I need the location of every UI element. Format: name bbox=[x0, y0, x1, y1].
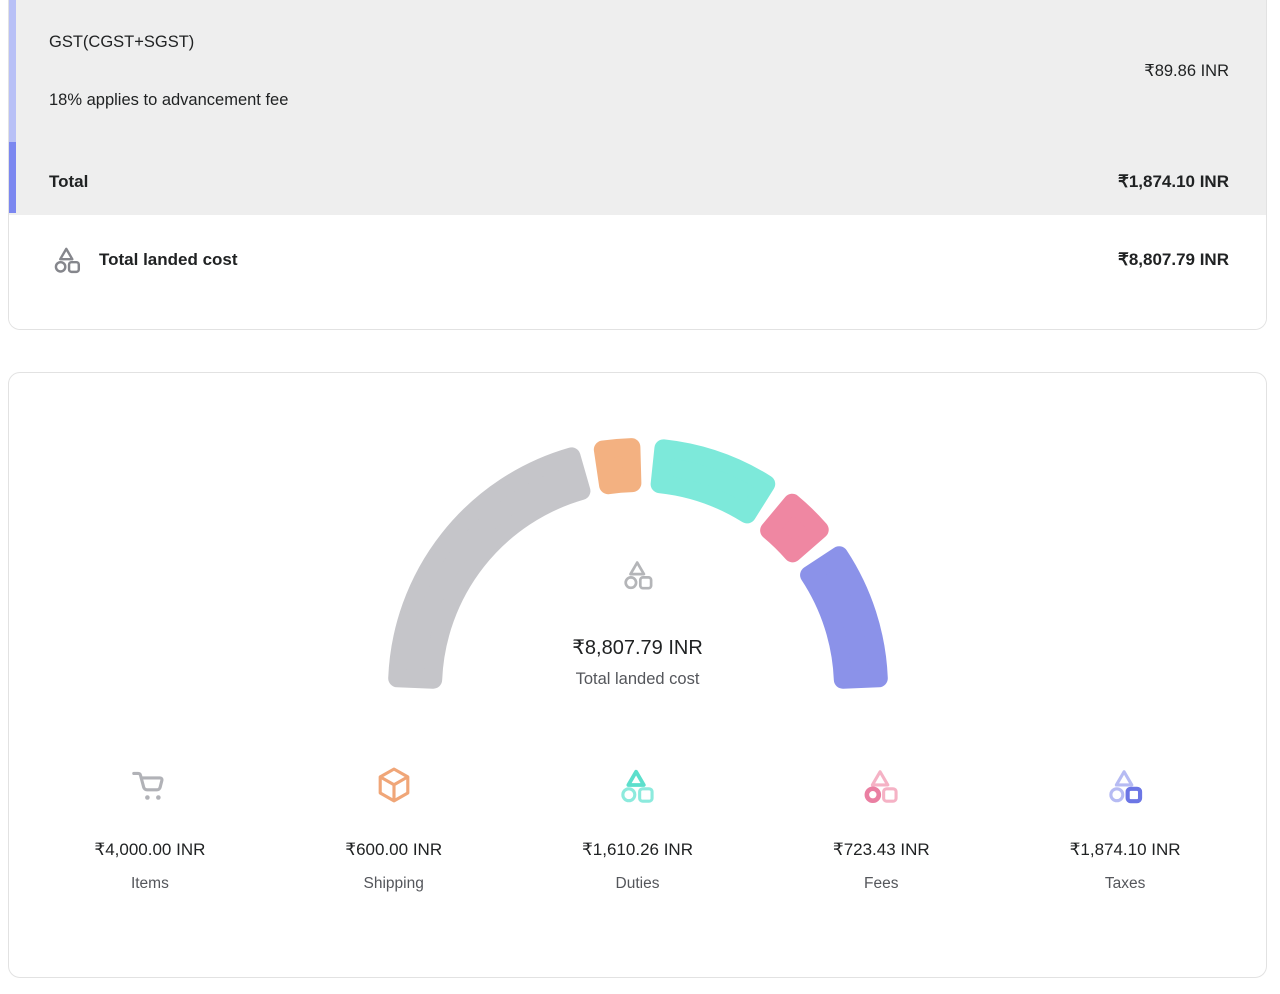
legend-label: Taxes bbox=[1105, 873, 1146, 895]
landed-cost-shapes-icon bbox=[49, 242, 85, 278]
legend-value: ₹1,874.10 INR bbox=[1070, 837, 1181, 863]
row-accent-rail bbox=[9, 0, 16, 213]
landed-cost-chart-card: ₹8,807.79 INR Total landed cost ₹4,000.0… bbox=[8, 372, 1267, 978]
legend-label: Items bbox=[131, 873, 169, 895]
package-icon bbox=[371, 761, 417, 811]
landed-cost-page: GST(CGST+SGST) 18% applies to advancemen… bbox=[0, 0, 1280, 978]
landed-cost-label: Total landed cost bbox=[99, 250, 238, 270]
gauge-segment-fees bbox=[769, 503, 820, 554]
legend-item-shipping: ₹600.00 INR Shipping bbox=[272, 761, 516, 895]
cart-icon bbox=[127, 761, 173, 811]
total-value: ₹1,874.10 INR bbox=[1118, 168, 1229, 196]
gauge-chart: ₹8,807.79 INR Total landed cost bbox=[9, 373, 1266, 703]
legend-label: Shipping bbox=[364, 873, 424, 895]
fee-breakdown-section: GST(CGST+SGST) 18% applies to advancemen… bbox=[9, 0, 1266, 215]
gauge-segment-taxes bbox=[809, 555, 879, 680]
fee-row-gst: GST(CGST+SGST) 18% applies to advancemen… bbox=[9, 0, 1266, 112]
chart-legend: ₹4,000.00 INR Items ₹600.00 INR Shipping bbox=[9, 703, 1266, 895]
total-row: Total ₹1,874.10 INR bbox=[9, 168, 1266, 196]
legend-value: ₹1,610.26 INR bbox=[582, 837, 693, 863]
legend-item-taxes: ₹1,874.10 INR Taxes bbox=[1003, 761, 1247, 895]
cost-summary-card: GST(CGST+SGST) 18% applies to advancemen… bbox=[8, 0, 1267, 330]
fees-shapes-icon bbox=[858, 761, 904, 811]
total-landed-cost-row: Total landed cost ₹8,807.79 INR bbox=[9, 215, 1266, 329]
legend-value: ₹4,000.00 INR bbox=[94, 837, 205, 863]
legend-item-items: ₹4,000.00 INR Items bbox=[28, 761, 272, 895]
legend-item-fees: ₹723.43 INR Fees bbox=[759, 761, 1003, 895]
fee-row-gst-text: GST(CGST+SGST) 18% applies to advancemen… bbox=[49, 30, 288, 112]
duties-shapes-icon bbox=[614, 761, 660, 811]
gauge-arc-svg bbox=[9, 373, 1266, 703]
total-row-accent-bar bbox=[9, 142, 16, 213]
gauge-segment-items bbox=[397, 456, 581, 679]
fee-label: GST(CGST+SGST) bbox=[49, 30, 288, 54]
landed-cost-value: ₹8,807.79 INR bbox=[1118, 250, 1229, 270]
gst-row-accent-bar bbox=[9, 0, 16, 142]
total-label: Total bbox=[49, 168, 88, 196]
legend-label: Duties bbox=[616, 873, 660, 895]
legend-label: Fees bbox=[864, 873, 898, 895]
gauge-segment-duties bbox=[660, 448, 767, 514]
legend-value: ₹723.43 INR bbox=[833, 837, 930, 863]
fee-value: ₹89.86 INR bbox=[1144, 61, 1229, 81]
fee-description: 18% applies to advancement fee bbox=[49, 88, 288, 112]
gauge-segment-shipping bbox=[603, 447, 633, 485]
taxes-shapes-icon bbox=[1102, 761, 1148, 811]
legend-item-duties: ₹1,610.26 INR Duties bbox=[516, 761, 760, 895]
legend-value: ₹600.00 INR bbox=[345, 837, 442, 863]
